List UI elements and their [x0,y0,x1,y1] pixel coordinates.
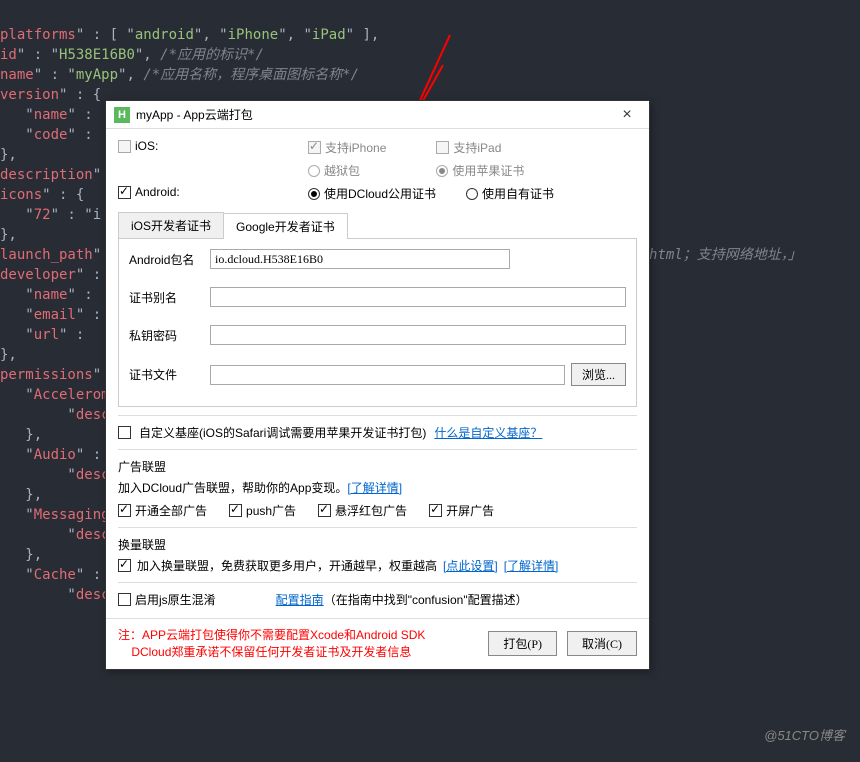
package-name-input[interactable] [210,249,510,269]
ad-union-label: 广告联盟 [118,458,637,475]
traffic-union-checkbox[interactable] [118,559,131,572]
footer-note: 注：APP云端打包使得你不需要配置Xcode和Android SDK DClou… [118,627,478,661]
config-guide-suffix: （在指南中找到"confusion"配置描述） [324,593,528,607]
cert-alias-input[interactable] [210,287,626,307]
ad-union-desc: 加入DCloud广告联盟，帮助你的App变现。 [118,481,347,495]
custom-base-label: 自定义基座(iOS的Safari调试需要用苹果开发证书打包) [139,424,426,441]
browse-button[interactable]: 浏览... [571,363,626,386]
own-cert-radio[interactable] [466,188,478,200]
app-icon: H [114,107,130,123]
dcloud-cert-radio[interactable] [308,188,320,200]
close-button[interactable]: × [613,106,641,124]
tab-google-cert[interactable]: Google开发者证书 [223,213,348,239]
traffic-settings-link[interactable]: [点此设置] [443,557,498,574]
traffic-union-label: 换量联盟 [118,536,637,553]
android-checkbox[interactable] [118,186,131,199]
custom-base-link[interactable]: 什么是自定义基座？ [434,424,542,441]
ad-float-checkbox[interactable] [318,504,331,517]
ad-union-link[interactable]: [了解详情] [347,481,402,495]
ios-label: iOS: [135,139,158,153]
watermark: @51CTO博客 [764,725,845,744]
cert-file-label: 证书文件 [129,366,204,383]
tab-ios-cert[interactable]: iOS开发者证书 [118,212,224,238]
cert-alias-label: 证书别名 [129,289,204,306]
ad-splash-checkbox[interactable] [429,504,442,517]
ios-checkbox[interactable] [118,140,131,153]
js-obfuscate-checkbox[interactable] [118,593,131,606]
package-name-label: Android包名 [129,251,204,268]
dialog-titlebar: H myApp - App云端打包 × [106,101,649,129]
private-key-input[interactable] [210,325,626,345]
config-guide-link[interactable]: 配置指南 [276,593,324,607]
cancel-button[interactable]: 取消(C) [567,631,637,656]
support-iphone-checkbox [308,141,321,154]
custom-base-checkbox[interactable] [118,426,131,439]
ad-all-checkbox[interactable] [118,504,131,517]
cert-file-input[interactable] [210,365,565,385]
traffic-union-desc: 加入换量联盟，免费获取更多用户，开通越早，权重越高 [137,557,437,574]
ad-push-checkbox[interactable] [229,504,242,517]
android-label: Android: [135,185,180,199]
dialog-title: myApp - App云端打包 [136,106,613,123]
pack-button[interactable]: 打包(P) [488,631,557,656]
traffic-details-link[interactable]: [了解详情] [504,557,559,574]
apple-cert-radio [436,165,448,177]
jailbreak-radio [308,165,320,177]
support-ipad-checkbox [436,141,449,154]
private-key-label: 私钥密码 [129,327,204,344]
pack-dialog: H myApp - App云端打包 × iOS: 支持iPhone 越狱包 支持… [105,100,650,670]
